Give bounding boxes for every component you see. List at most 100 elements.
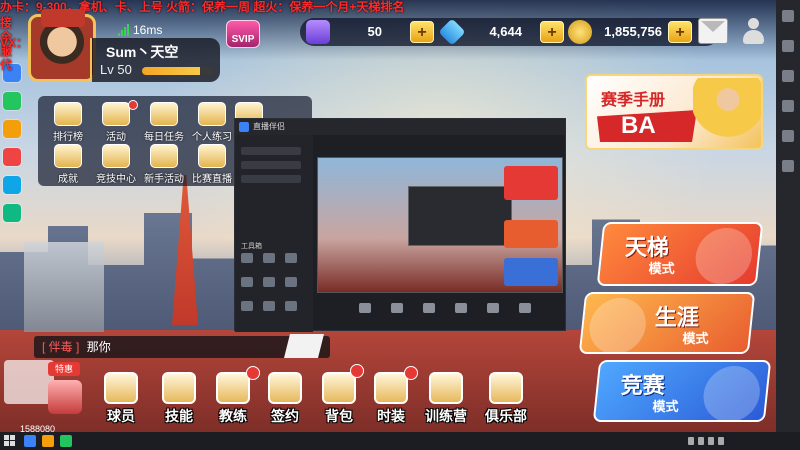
nav-bag[interactable]: 背包 [314,364,364,430]
nav-players[interactable]: 球员 [96,372,146,430]
live-button[interactable]: 比赛直播 [190,144,234,185]
events-button[interactable]: 活动 [94,100,138,143]
arena-button[interactable]: 竞技中心 [94,144,138,185]
notification-dot [246,366,260,380]
gold-count: 1,855,756 [604,24,662,39]
nav-fashion[interactable]: 时装 [366,366,418,430]
chat-expand-button[interactable] [284,334,324,358]
club-icon [489,372,523,404]
volume-icon[interactable] [487,303,499,313]
screenshot-icon[interactable] [359,303,371,313]
emulator-record-icon[interactable] [782,130,794,142]
newbie-label: 新手活动 [144,174,184,185]
tool-icon[interactable] [241,253,253,263]
tool-icon[interactable] [263,277,275,287]
avatar-frame-badge [41,9,85,27]
newbie-button[interactable]: 新手活动 [142,144,186,185]
emulator-menu-icon[interactable] [782,10,794,22]
nav-skills[interactable]: 技能 [154,372,204,430]
mic-icon[interactable] [455,303,467,313]
career-player-art [586,298,649,354]
tray-icon[interactable] [708,437,714,445]
nav-contract[interactable]: 签约 [260,372,310,430]
emulator-keyboard-icon[interactable] [782,40,794,52]
career-mode-sub: 模式 [682,331,709,346]
svip-button[interactable]: SVIP [226,20,260,48]
nav-club[interactable]: 俱乐部 [478,372,534,430]
add-diamonds-button[interactable]: + [540,21,564,43]
tool-icon[interactable] [263,301,275,311]
practice-label: 个人练习 [192,132,232,143]
scene-item[interactable] [241,161,301,169]
jersey-icon [104,372,138,404]
practice-button[interactable]: 个人练习 [190,102,234,143]
taskbar-app-icon[interactable] [60,435,72,447]
player-level: Lv 50 [100,62,132,77]
app-shortcut-icon[interactable] [3,176,21,194]
player-avatar[interactable] [28,9,96,82]
bottom-nav: 球员 技能 教练 签约 背包 时装 训练营 俱乐部 [96,364,536,430]
player-info-panel[interactable]: Sum丶天空 Lv 50 [90,38,220,82]
audio-icon[interactable] [423,303,435,313]
scene-item[interactable] [241,175,301,183]
tool-icon[interactable] [285,301,297,311]
player-name: Sum丶天空 [106,44,179,60]
ticket-icon [306,20,330,44]
signal-icon [118,24,129,36]
add-tickets-button[interactable]: + [410,21,434,43]
emulator-settings-icon[interactable] [782,160,794,172]
client-logo-icon [239,122,249,132]
tool-icon[interactable] [263,253,275,263]
tool-icon[interactable] [285,253,297,263]
webcam-feed [24,242,104,332]
tray-icon[interactable] [718,437,724,445]
app-shortcut-icon[interactable] [3,204,21,222]
app-shortcut-icon[interactable] [3,120,21,138]
taskbar-app-icon[interactable] [42,435,54,447]
taskbar-app-icon[interactable] [24,435,36,447]
add-gold-button[interactable]: + [668,21,692,43]
daily-tasks-button[interactable]: 每日任务 [142,102,186,143]
windows-start-icon[interactable] [4,435,16,447]
stream-client-window[interactable]: 直播伴侣 工具箱 [234,118,566,332]
nav-training-label: 训练营 [425,408,467,424]
diamond-icon [438,18,466,46]
tools-label: 工具箱 [241,243,262,250]
tray-icon[interactable] [688,437,694,445]
nav-training[interactable]: 训练营 [418,372,474,430]
special-offer-button[interactable]: 特惠 [44,362,84,420]
scene-item[interactable] [241,147,301,155]
tool-icon[interactable] [241,277,253,287]
season-pass-card[interactable]: 赛季手册 BA [585,74,763,150]
exp-bar [142,67,214,75]
diamond-count: 4,644 [489,24,522,39]
ping-value: 16ms [133,23,163,37]
friends-icon[interactable] [738,16,768,46]
contract-icon [268,372,302,404]
rankings-button[interactable]: 排行榜 [46,102,90,143]
emulator-sidebar [776,0,800,432]
nav-coach[interactable]: 教练 [208,366,260,430]
live-label: 比赛直播 [192,174,232,185]
emulator-screenshot-icon[interactable] [782,100,794,112]
compete-mode-button[interactable]: 竞赛 模式 [592,360,772,422]
achievements-button[interactable]: 成就 [46,144,90,185]
app-shortcut-icon[interactable] [3,148,21,166]
tool-icon[interactable] [241,301,253,311]
gold-coin-icon [568,20,592,44]
notification-dot [350,364,364,378]
record-icon[interactable] [391,303,403,313]
career-mode-button[interactable]: 生涯 模式 [578,292,756,354]
settings-icon[interactable] [519,303,531,313]
emulator-volume-icon[interactable] [782,70,794,82]
medal-icon [54,144,82,168]
tray-icon[interactable] [698,437,704,445]
live-icon [198,144,226,168]
app-shortcut-icon[interactable] [3,92,21,110]
mail-icon[interactable] [698,18,728,44]
checklist-icon [150,102,178,126]
nav-fashion-label: 时装 [377,408,405,424]
ladder-mode-button[interactable]: 天梯 模式 [596,222,764,286]
tool-icon[interactable] [285,277,297,287]
preview-compete-card [504,258,558,286]
